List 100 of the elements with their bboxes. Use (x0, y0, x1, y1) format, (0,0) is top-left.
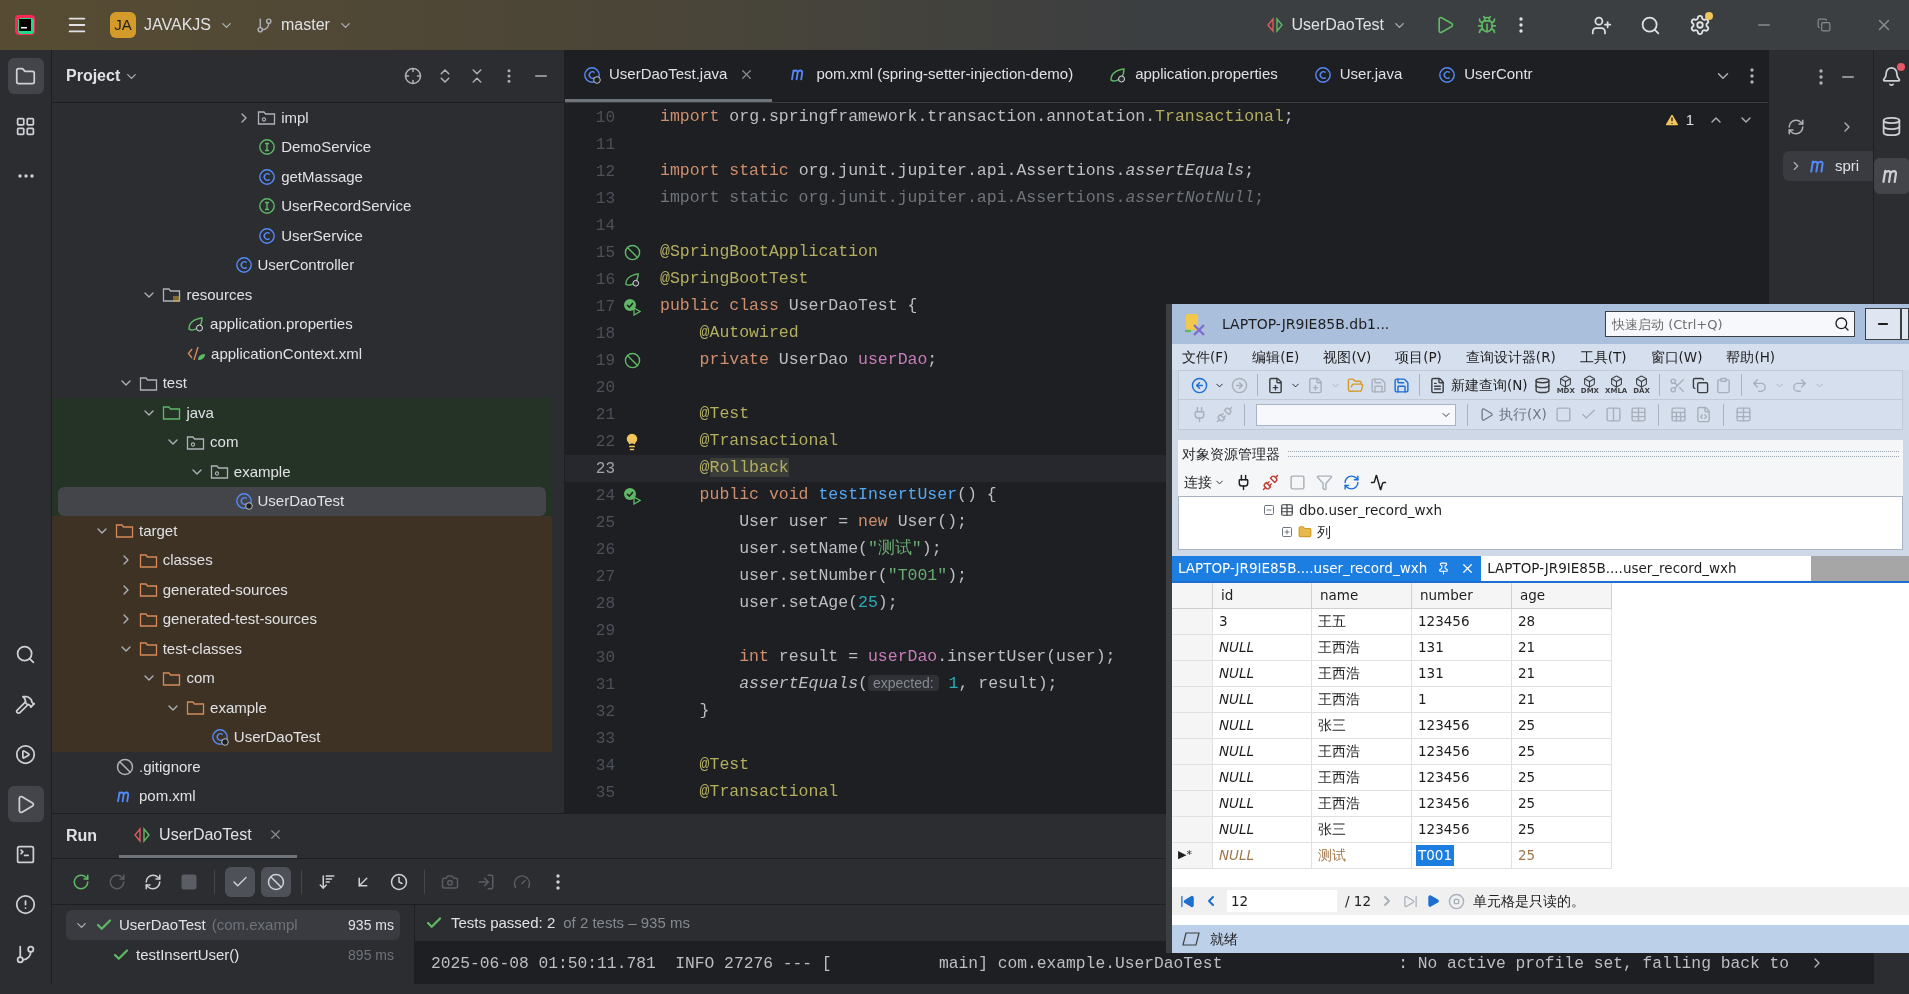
tree-item[interactable]: getMassage (58, 162, 546, 192)
tree-item[interactable]: applicationContext.xml (58, 339, 546, 369)
run-config-selector[interactable]: UserDaoTest (1265, 13, 1407, 37)
tree-item[interactable]: example (58, 693, 546, 723)
editor-tab[interactable]: UserDaoTest.java (565, 50, 773, 102)
table-cell[interactable]: 25 (1512, 791, 1612, 817)
line-number: 23 (594, 458, 615, 480)
table-cell[interactable]: 王西浩 (1312, 687, 1412, 713)
menu-item[interactable]: 文件(F) (1182, 346, 1229, 368)
table-cell[interactable]: NULL (1213, 739, 1312, 765)
column-header[interactable]: name (1312, 583, 1412, 609)
tree-item[interactable]: UserDaoTest (58, 722, 546, 752)
table-cell[interactable]: 王西浩 (1312, 635, 1412, 661)
tree-item[interactable]: UserController (58, 250, 546, 280)
table-cell[interactable]: 25 (1512, 713, 1612, 739)
table-cell[interactable]: 28 (1512, 609, 1612, 635)
document-tab[interactable]: LAPTOP-JR9IE85B....user_record_wxh (1481, 556, 1812, 581)
tree-item[interactable]: generated-test-sources (58, 604, 546, 634)
new-query-button[interactable]: 新建查询(N) (1429, 374, 1528, 396)
record-position-field[interactable]: 12 (1227, 890, 1337, 912)
table-cell[interactable]: NULL (1213, 817, 1312, 843)
tree-item[interactable]: test-classes (58, 634, 546, 664)
tree-item[interactable]: impl (58, 103, 546, 133)
tree-item[interactable]: generated-sources (58, 575, 546, 605)
table-cell[interactable]: 25 (1512, 739, 1612, 765)
table-cell[interactable]: 25 (1512, 843, 1612, 869)
document-tab[interactable]: LAPTOP-JR9IE85B....user_record_wxh (1172, 556, 1482, 581)
tree-item[interactable]: target (58, 516, 546, 546)
project-selector[interactable]: JA JAVAKJS (110, 12, 234, 38)
row-selector[interactable]: ▶* (1172, 843, 1213, 869)
table-cell[interactable]: 131 (1412, 635, 1512, 661)
column-header[interactable]: id (1213, 583, 1312, 609)
table-cell[interactable]: NULL (1213, 687, 1312, 713)
tree-item[interactable]: application.properties (58, 309, 546, 339)
table-cell[interactable]: 王西浩 (1312, 661, 1412, 687)
menu-item[interactable]: 工具(T) (1579, 346, 1627, 368)
tree-item[interactable]: com (58, 427, 546, 457)
table-cell[interactable]: 王西浩 (1312, 739, 1412, 765)
table-cell[interactable]: NULL (1213, 765, 1312, 791)
table-cell[interactable]: 王五 (1312, 609, 1412, 635)
panel-title[interactable]: Project (66, 64, 121, 88)
table-cell[interactable]: T001 (1412, 843, 1512, 869)
table-cell[interactable]: 123456 (1412, 739, 1512, 765)
warning-count[interactable]: 1 (1685, 109, 1694, 132)
table-cell[interactable]: NULL (1213, 713, 1312, 739)
tree-item[interactable]: dbo.user_record_wxh (1263, 499, 1902, 521)
table-cell[interactable]: NULL (1213, 791, 1312, 817)
table-cell[interactable]: NULL (1213, 635, 1312, 661)
tree-item[interactable]: pom.xml (58, 781, 546, 811)
column-header[interactable]: number (1412, 583, 1512, 609)
tree-item[interactable]: classes (58, 545, 546, 575)
menu-item[interactable]: 窗口(W) (1650, 346, 1703, 368)
maven-project-item[interactable]: spri (1783, 151, 1873, 181)
table-cell[interactable]: 123456 (1412, 765, 1512, 791)
run-tab[interactable]: UserDaoTest (119, 814, 297, 858)
tree-item[interactable]: resources (58, 280, 546, 310)
tree-item[interactable]: UserService (58, 221, 546, 251)
tree-item[interactable]: java (58, 398, 546, 428)
menu-item[interactable]: 查询设计器(R) (1465, 346, 1556, 368)
tree-item[interactable]: UserRecordService (58, 191, 546, 221)
table-cell[interactable]: 测试 (1312, 843, 1412, 869)
table-cell[interactable]: 21 (1512, 635, 1612, 661)
quick-launch-field[interactable]: 快速启动 (Ctrl+Q) (1605, 311, 1855, 337)
menu-item[interactable]: 帮助(H) (1726, 346, 1776, 368)
tree-item[interactable]: DemoService (58, 132, 546, 162)
tree-item[interactable]: test (58, 368, 546, 398)
test-tree-item[interactable]: UserDaoTest (com.exampl 935 ms (66, 910, 400, 940)
table-cell[interactable]: 123456 (1412, 817, 1512, 843)
table-cell[interactable]: 张三 (1312, 817, 1412, 843)
tree-item[interactable]: .gitignore (58, 752, 546, 782)
tree-item[interactable]: example (58, 457, 546, 487)
table-cell[interactable]: 123456 (1412, 713, 1512, 739)
editor-tab[interactable]: User.java (1295, 50, 1421, 102)
table-cell[interactable]: 123456 (1412, 609, 1512, 635)
column-header[interactable]: age (1512, 583, 1612, 609)
table-cell[interactable]: 25 (1512, 817, 1612, 843)
table-cell[interactable]: NULL (1213, 661, 1312, 687)
menu-item[interactable]: 编辑(E) (1252, 346, 1300, 368)
tree-item[interactable]: UserDaoTest (58, 486, 546, 516)
editor-tab[interactable]: UserContr (1420, 50, 1551, 102)
editor-tab[interactable]: pom.xml (spring-setter-injection-demo) (772, 50, 1092, 102)
branch-selector[interactable]: master (256, 13, 353, 37)
menu-item[interactable]: 项目(P) (1395, 346, 1442, 368)
editor-tab[interactable]: application.properties (1091, 50, 1296, 102)
tree-item[interactable]: 列 (1263, 521, 1902, 543)
table-cell[interactable]: NULL (1213, 843, 1312, 869)
table-cell[interactable]: 131 (1412, 661, 1512, 687)
table-cell[interactable]: 王西浩 (1312, 765, 1412, 791)
table-cell[interactable]: 25 (1512, 765, 1612, 791)
tree-item[interactable]: com (58, 663, 546, 693)
table-cell[interactable]: 3 (1213, 609, 1312, 635)
menu-item[interactable]: 视图(V) (1323, 346, 1372, 368)
table-cell[interactable]: 123456 (1412, 791, 1512, 817)
test-tree-item[interactable]: testInsertUser() 895 ms (66, 940, 400, 970)
table-cell[interactable]: 21 (1512, 661, 1612, 687)
connect-menu[interactable]: 连接 (1184, 471, 1212, 493)
table-cell[interactable]: 21 (1512, 687, 1612, 713)
table-cell[interactable]: 张三 (1312, 713, 1412, 739)
table-cell[interactable]: 王西浩 (1312, 791, 1412, 817)
table-cell[interactable]: 1 (1412, 687, 1512, 713)
